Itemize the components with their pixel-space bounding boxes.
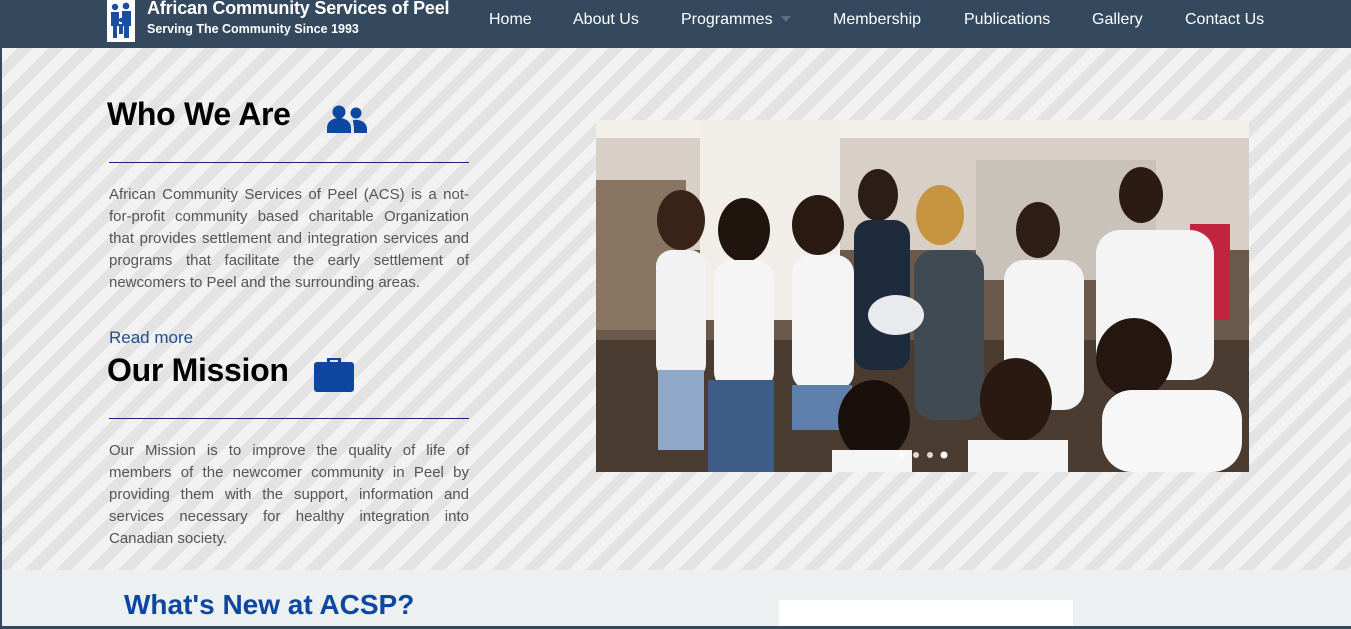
page-frame: African Community Services of Peel Servi… bbox=[0, 0, 1351, 629]
news-section: What's New at ACSP? bbox=[2, 570, 1351, 626]
hero-section: Who We Are African Community Services of… bbox=[2, 48, 1351, 570]
nav-membership[interactable]: Membership bbox=[833, 11, 921, 29]
nav-publications[interactable]: Publications bbox=[964, 11, 1050, 29]
news-panel bbox=[779, 600, 1073, 626]
nav-programmes-label: Programmes bbox=[681, 11, 773, 28]
who-divider bbox=[109, 162, 469, 163]
who-title: Who We Are bbox=[107, 96, 291, 132]
nav-home[interactable]: Home bbox=[489, 11, 532, 29]
read-more-link[interactable]: Read more bbox=[109, 328, 193, 348]
main-nav: Home About Us Programmes Membership Publ… bbox=[2, 11, 1351, 33]
nav-contact[interactable]: Contact Us bbox=[1185, 11, 1264, 29]
who-text: African Community Services of Peel (ACS)… bbox=[109, 186, 469, 291]
nav-gallery[interactable]: Gallery bbox=[1092, 11, 1143, 29]
nav-programmes[interactable]: Programmes bbox=[681, 11, 791, 29]
mission-title: Our Mission bbox=[107, 352, 289, 388]
group-photo[interactable] bbox=[596, 120, 1249, 472]
briefcase-icon bbox=[314, 358, 354, 392]
navbar: African Community Services of Peel Servi… bbox=[2, 0, 1351, 48]
mission-text: Our Mission is to improve the quality of… bbox=[109, 442, 469, 547]
users-icon bbox=[327, 105, 367, 133]
news-title: What's New at ACSP? bbox=[124, 589, 415, 620]
chevron-down-icon bbox=[780, 16, 791, 22]
nav-about[interactable]: About Us bbox=[573, 11, 639, 29]
mission-divider bbox=[109, 418, 469, 419]
